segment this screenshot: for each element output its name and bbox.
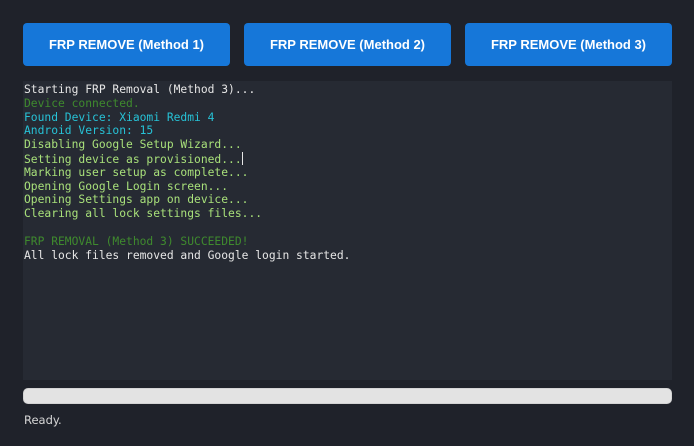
log-line: Disabling Google Setup Wizard... [24,138,242,152]
log-line: Clearing all lock settings files... [24,207,263,221]
log-line: All lock files removed and Google login … [24,248,351,262]
log-console[interactable]: Starting FRP Removal (Method 3)... Devic… [23,81,672,380]
log-line: Starting FRP Removal (Method 3)... [24,83,256,96]
log-line: Setting device as provisioned... [24,151,243,166]
log-line: Marking user setup as complete... [24,165,249,179]
log-line: Opening Google Login screen... [24,179,229,193]
app-window: FRP REMOVE (Method 1) FRP REMOVE (Method… [0,0,694,446]
log-line: FRP REMOVAL (Method 3) SUCCEEDED! [24,234,249,248]
frp-remove-method-1-button[interactable]: FRP REMOVE (Method 1) [23,23,230,66]
frp-remove-method-2-button[interactable]: FRP REMOVE (Method 2) [244,23,451,66]
text-cursor [241,151,243,165]
frp-remove-method-3-button[interactable]: FRP REMOVE (Method 3) [465,23,672,66]
log-line: Android Version: 15 [24,124,154,138]
method-toolbar: FRP REMOVE (Method 1) FRP REMOVE (Method… [23,23,672,66]
log-line: Device connected. [24,96,140,110]
status-text: Ready. [24,413,62,427]
log-line: Opening Settings app on device... [24,193,249,207]
progress-bar [23,388,672,404]
log-line: Found Device: Xiaomi Redmi 4 [24,110,215,124]
